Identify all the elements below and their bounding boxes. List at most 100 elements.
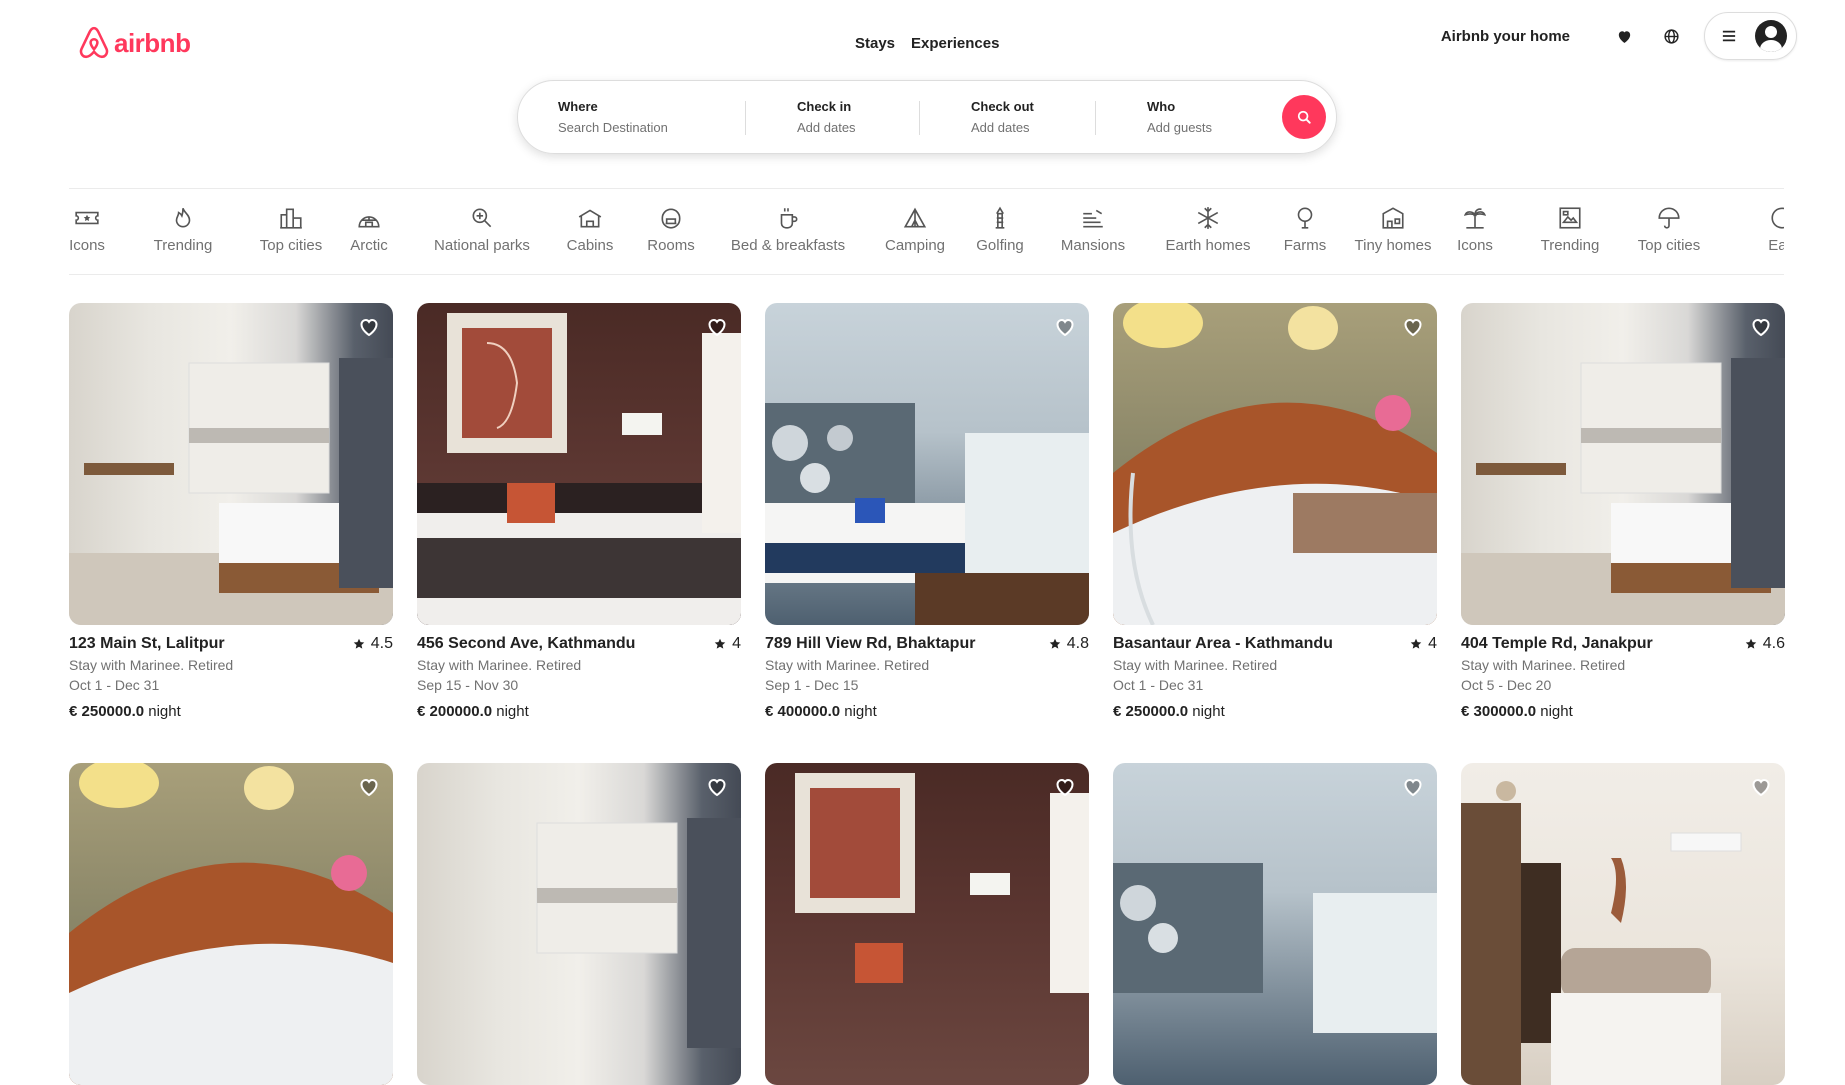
listing-photo[interactable]: [69, 303, 393, 625]
listing-price: € 400000.0 night: [765, 703, 1089, 720]
category-label: Top cities: [259, 237, 323, 254]
category-bar: Icons Trending Top cities Arctic Nationa…: [69, 188, 1784, 275]
category-item[interactable]: Earth homes: [1164, 205, 1252, 254]
category-item[interactable]: Mansions: [1053, 205, 1133, 254]
globe-icon: [1663, 28, 1679, 44]
category-item[interactable]: National parks: [422, 205, 542, 254]
favorite-heart-icon[interactable]: [1749, 775, 1773, 799]
category-item[interactable]: Eart: [1752, 205, 1784, 254]
listing-card[interactable]: [1113, 763, 1437, 1085]
farm-icon: [1297, 207, 1313, 229]
category-item[interactable]: Icons: [69, 205, 105, 254]
category-label: Eart: [1768, 237, 1784, 254]
category-item[interactable]: Rooms: [641, 205, 701, 254]
airbnb-your-home-link[interactable]: Airbnb your home: [1441, 28, 1570, 45]
where-input[interactable]: Search Destination: [558, 120, 668, 135]
listing-card[interactable]: 456 Second Ave, Kathmandu 4 Stay with Ma…: [417, 303, 741, 720]
checkin-field[interactable]: Check in Add dates: [797, 99, 856, 135]
category-item[interactable]: Trending: [1537, 205, 1603, 254]
listing-card[interactable]: Basantaur Area - Kathmandu 4 Stay with M…: [1113, 303, 1437, 720]
search-button[interactable]: [1282, 95, 1326, 139]
listing-card[interactable]: 123 Main St, Lalitpur 4.5 Stay with Mari…: [69, 303, 393, 720]
earth-icon: [1771, 207, 1784, 229]
category-item[interactable]: Cabins: [557, 205, 623, 254]
brand-name: airbnb: [114, 27, 191, 58]
listing-photo[interactable]: [417, 303, 741, 625]
listing-card[interactable]: [69, 763, 393, 1085]
favorite-heart-icon[interactable]: [1401, 315, 1425, 339]
favorite-heart-icon[interactable]: [1749, 315, 1773, 339]
category-item[interactable]: Top cities: [1629, 205, 1709, 254]
listing-photo[interactable]: [417, 763, 741, 1085]
language-button[interactable]: [1651, 16, 1691, 56]
user-avatar-icon: [1755, 20, 1787, 52]
category-label: Camping: [884, 237, 946, 254]
rating-value: 4: [732, 635, 741, 652]
category-item[interactable]: Camping: [873, 205, 957, 254]
favorite-heart-icon[interactable]: [1401, 775, 1425, 799]
listing-photo[interactable]: [1461, 763, 1785, 1085]
category-item[interactable]: Trending: [143, 205, 223, 254]
listing-card[interactable]: 404 Temple Rd, Janakpur 4.6 Stay with Ma…: [1461, 303, 1785, 720]
checkout-field[interactable]: Check out Add dates: [971, 99, 1034, 135]
listing-card[interactable]: 789 Hill View Rd, Bhaktapur 4.8 Stay wit…: [765, 303, 1089, 720]
divider: [1095, 101, 1096, 135]
listing-photo[interactable]: [1461, 303, 1785, 625]
where-label: Where: [558, 99, 598, 114]
category-item[interactable]: Tiny homes: [1352, 205, 1434, 254]
listing-dates: Sep 15 - Nov 30: [417, 677, 519, 693]
top-nav: Stays Experiences: [855, 35, 999, 52]
category-item[interactable]: Golfing: [966, 205, 1034, 254]
category-item[interactable]: Bed & breakfasts: [723, 205, 853, 254]
listing-dates: Oct 1 - Dec 31: [1113, 677, 1204, 693]
frame-icon: [1559, 207, 1581, 229]
hamburger-icon: [1722, 30, 1736, 42]
category-label: Bed & breakfasts: [730, 237, 846, 254]
mansion-icon: [1083, 209, 1103, 228]
favorite-heart-icon[interactable]: [1053, 315, 1077, 339]
search-bar: Where Search Destination Check in Add da…: [517, 80, 1337, 154]
listing-price: € 200000.0 night: [417, 703, 741, 720]
airbnb-logo-icon: [79, 26, 109, 59]
listing-card[interactable]: [1461, 763, 1785, 1085]
bedroom-image: [1113, 863, 1437, 1033]
listing-host: Stay with Marinee. Retired: [765, 657, 930, 673]
airbnb-logo[interactable]: airbnb: [77, 24, 191, 62]
category-label: Golfing: [976, 237, 1024, 254]
category-item[interactable]: Farms: [1281, 205, 1329, 254]
listing-photo[interactable]: [69, 763, 393, 1085]
listing-card[interactable]: [417, 763, 741, 1085]
favorite-heart-icon[interactable]: [357, 775, 381, 799]
listing-rating: 4.5: [353, 635, 393, 653]
favorite-heart-icon[interactable]: [357, 315, 381, 339]
where-field[interactable]: Where Search Destination: [558, 99, 668, 135]
checkout-value: Add dates: [971, 120, 1030, 135]
who-field[interactable]: Who Add guests: [1147, 99, 1212, 135]
category-item[interactable]: Arctic: [339, 205, 399, 254]
category-item[interactable]: Top cities: [241, 205, 341, 254]
listing-dates: Oct 5 - Dec 20: [1461, 677, 1552, 693]
favorite-heart-icon[interactable]: [1053, 775, 1077, 799]
listing-card[interactable]: [765, 763, 1089, 1085]
user-menu-button[interactable]: [1704, 12, 1797, 60]
listing-title: 123 Main St, Lalitpur: [69, 635, 225, 652]
category-label: Icons: [69, 237, 105, 254]
nav-experiences[interactable]: Experiences: [911, 35, 999, 52]
golf-icon: [995, 206, 1005, 229]
wishlist-button[interactable]: [1604, 16, 1644, 56]
listing-host: Stay with Marinee. Retired: [417, 657, 582, 673]
category-label: Earth homes: [1165, 237, 1251, 254]
listing-photo[interactable]: [765, 303, 1089, 625]
listing-photo[interactable]: [1113, 303, 1437, 625]
favorite-heart-icon[interactable]: [705, 775, 729, 799]
favorite-heart-icon[interactable]: [705, 315, 729, 339]
nav-stays[interactable]: Stays: [855, 35, 895, 52]
divider: [919, 101, 920, 135]
tent-icon: [903, 207, 927, 228]
listing-rating: 4: [714, 635, 741, 653]
category-item[interactable]: Icons: [1455, 205, 1495, 254]
listing-photo[interactable]: [765, 763, 1089, 1085]
price-unit: night: [496, 703, 529, 720]
igloo-icon: [358, 216, 380, 228]
listing-photo[interactable]: [1113, 763, 1437, 1085]
